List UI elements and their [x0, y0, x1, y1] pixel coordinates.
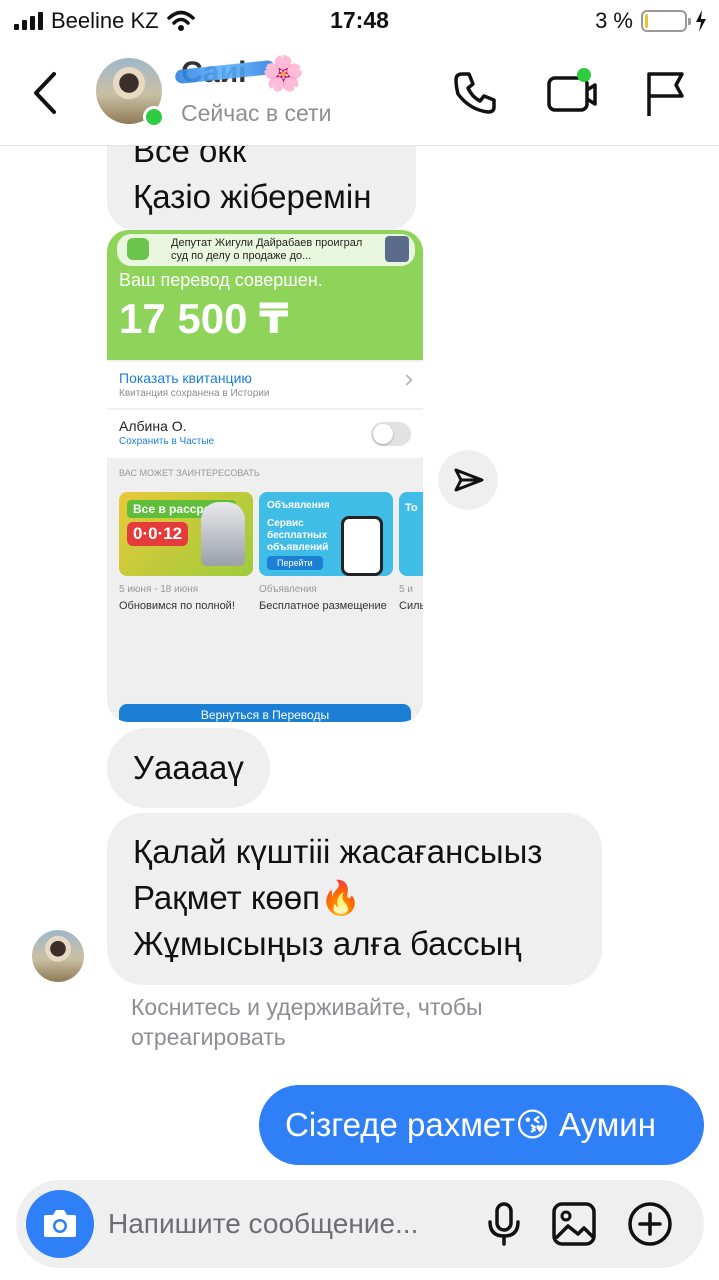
report-button[interactable]	[640, 66, 694, 120]
image-icon	[552, 1202, 596, 1246]
online-indicator	[143, 106, 165, 128]
card-title: Объявления	[267, 500, 330, 511]
plus-circle-icon	[628, 1202, 672, 1246]
more-options-button[interactable]	[624, 1198, 676, 1250]
card-title: То	[405, 502, 418, 514]
chat-header: Саиі 🌸 Сейчас в сети	[0, 40, 719, 146]
promo-card: То	[399, 492, 423, 576]
sender-avatar[interactable]	[32, 930, 84, 982]
card-date: Объявления	[259, 584, 317, 595]
message-line: Рақмет көөп🔥	[133, 879, 362, 916]
card-date: 5 июня - 18 июня	[119, 584, 199, 595]
phone-icon	[454, 72, 496, 114]
phone-illustration-icon	[341, 516, 383, 576]
camera-button[interactable]	[26, 1190, 94, 1258]
video-call-button[interactable]	[544, 66, 598, 120]
card-caption: Силь	[399, 600, 423, 612]
message-line: Жұмысыңыз алға бассың	[133, 925, 522, 962]
message-line: Қазіо жіберемін	[133, 178, 372, 215]
presence-status: Сейчас в сети	[181, 100, 332, 126]
notification-preview: Депутат Жигули Дайрабаев проиграл суд по…	[117, 234, 415, 266]
voice-message-button[interactable]	[478, 1198, 530, 1250]
outgoing-message-bubble[interactable]: Сізгеде рахмет😘 Аумин	[259, 1085, 704, 1165]
flag-icon	[647, 72, 684, 116]
return-button: Вернуться в Переводы	[119, 704, 411, 722]
transfer-amount: 17 500 ₸	[119, 295, 289, 342]
notification-thumbnail	[385, 236, 409, 262]
card-number: 0·0·12	[127, 522, 189, 546]
card-body: Сервис бесплатных объявлений	[267, 518, 329, 553]
app-icon	[127, 238, 149, 260]
receipt-link: Показать квитанцию	[119, 370, 252, 386]
headphones-icon	[201, 502, 245, 566]
gallery-button[interactable]	[548, 1198, 600, 1250]
message-line: Қалай күштііі жасағансыыз	[133, 833, 543, 870]
share-button[interactable]	[438, 450, 498, 510]
call-button[interactable]	[448, 66, 502, 120]
toggle-switch	[371, 422, 411, 446]
transfer-title: Ваш перевод совершен.	[119, 270, 323, 290]
send-icon	[454, 468, 484, 492]
return-button-label: Вернуться в Переводы	[200, 708, 330, 722]
message-list[interactable]: Все окк Қазіо жіберемін Депутат Жигули Д…	[0, 0, 719, 1280]
card-caption: Обновимся по полной!	[119, 600, 235, 612]
receipt-row: Показать квитанцию Квитанция сохранена в…	[107, 362, 423, 408]
message-bubble[interactable]: Қалай күштііі жасағансыыз Рақмет көөп🔥 Ж…	[107, 813, 602, 985]
back-button[interactable]	[22, 62, 72, 122]
reaction-hint: Коснитесь и удерживайте, чтобы отреагиро…	[131, 994, 483, 1050]
promo-card: Объявления Сервис бесплатных объявлений …	[259, 492, 393, 576]
card-button: Перейти	[267, 556, 323, 570]
video-camera-icon	[547, 68, 597, 112]
recipient-row: Албина О. Сохранить в Частые	[107, 410, 423, 458]
camera-icon	[44, 1210, 76, 1237]
message-line: Сізгеде рахмет😘 Аумин	[285, 1106, 656, 1143]
message-bubble[interactable]: Уааааү	[107, 728, 270, 808]
card-caption: Бесплатное размещение	[259, 600, 387, 612]
notification-text: Депутат Жигули Дайрабаев проиграл суд по…	[171, 237, 363, 262]
chevron-left-icon	[34, 72, 56, 114]
interest-heading: ВАС МОЖЕТ ЗАИНТЕРЕСОВАТЬ	[119, 468, 260, 478]
transfer-banner: Депутат Жигули Дайрабаев проиграл суд по…	[107, 230, 423, 360]
image-message[interactable]: Депутат Жигули Дайрабаев проиграл суд по…	[107, 230, 423, 722]
recipient-name: Албина О.	[119, 418, 187, 434]
receipt-sub: Квитанция сохранена в Истории	[119, 388, 270, 399]
message-line: Уааааү	[133, 749, 244, 786]
card-date: 5 и	[399, 584, 413, 595]
save-frequent: Сохранить в Частые	[119, 436, 215, 447]
contact-emoji: 🌸	[262, 55, 305, 93]
promo-card: Все в рассрочку 0·0·12	[119, 492, 253, 576]
message-composer	[16, 1180, 704, 1268]
microphone-icon	[488, 1202, 520, 1246]
message-input[interactable]	[108, 1202, 468, 1246]
